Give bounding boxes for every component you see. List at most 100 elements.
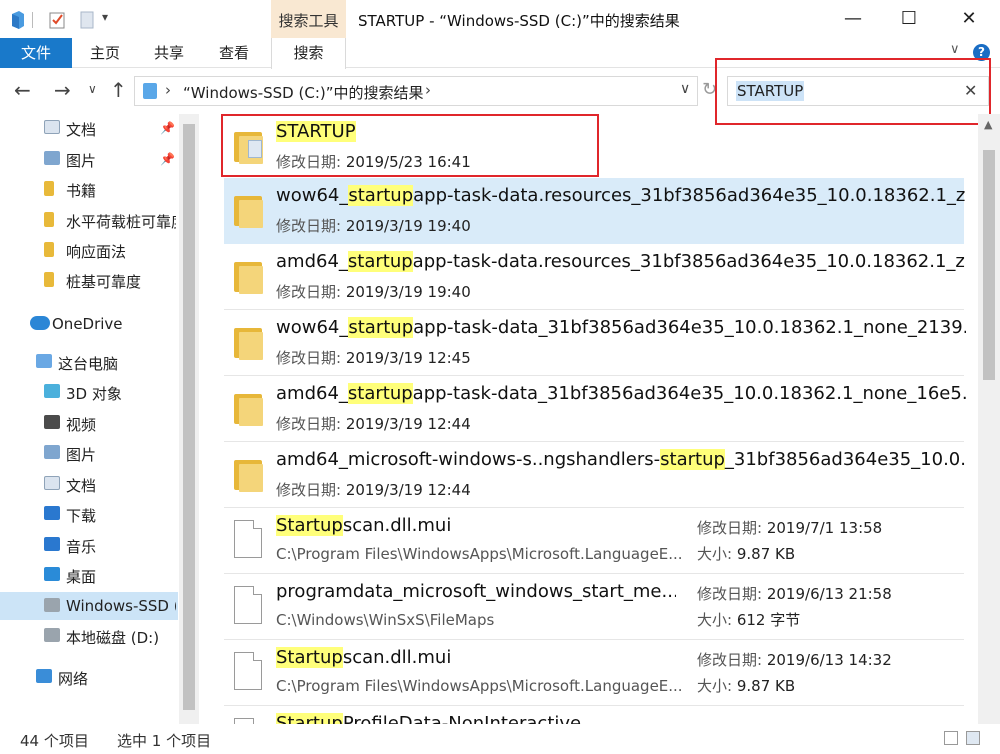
- size-value: 9.87 KB: [736, 545, 796, 563]
- modified-value: 2019/3/19 19:40: [345, 217, 471, 235]
- results-scrollbar-thumb[interactable]: [983, 150, 995, 380]
- network-icon: [36, 669, 52, 683]
- file-icon: [234, 652, 262, 690]
- search-location-icon: [143, 83, 157, 99]
- nav-item-label: 下载: [66, 507, 97, 525]
- result-name[interactable]: amd64_startupapp-task-data_31bf3856ad364…: [276, 383, 966, 404]
- title-bar: ▾ 搜索工具 STARTUP - “Windows-SSD (C:)”中的搜索结…: [0, 0, 1000, 38]
- modified-label: 修改日期:: [276, 283, 342, 301]
- nav-item[interactable]: 文档: [0, 470, 178, 498]
- details-view-icon[interactable]: [944, 731, 958, 745]
- nav-item[interactable]: 文档 📌: [0, 114, 178, 142]
- maximize-button[interactable]: ☐: [886, 0, 932, 38]
- nav-item[interactable]: 桩基可靠度: [0, 266, 178, 294]
- result-item[interactable]: wow64_startupapp-task-data.resources_31b…: [224, 178, 966, 244]
- nav-item-label: 网络: [58, 670, 89, 688]
- nav-item[interactable]: OneDrive: [0, 310, 178, 338]
- forward-button[interactable]: →: [54, 78, 71, 102]
- address-dropdown-icon[interactable]: ∨: [680, 81, 690, 97]
- window-title: STARTUP - “Windows-SSD (C:)”中的搜索结果: [358, 12, 680, 30]
- nav-item-label: 本地磁盘 (D:): [66, 629, 160, 647]
- result-name[interactable]: programdata_microsoft_windows_start_me..…: [276, 581, 676, 602]
- folder-icon: [44, 272, 54, 287]
- tab-search[interactable]: 搜索: [271, 38, 346, 69]
- result-size: 大小: 9.87 KB: [697, 543, 795, 564]
- pin-icon[interactable]: 📌: [160, 121, 175, 135]
- back-button[interactable]: ←: [14, 78, 31, 102]
- size-label: 大小:: [697, 545, 733, 563]
- modified-value: 2019/3/19 12:44: [345, 481, 471, 499]
- nav-item[interactable]: 响应面法: [0, 236, 178, 264]
- scroll-up-icon[interactable]: ▲: [984, 118, 992, 131]
- modified-label: 修改日期:: [276, 415, 342, 433]
- desktop-icon: [44, 567, 60, 581]
- up-button[interactable]: ↑: [110, 78, 127, 102]
- result-name[interactable]: amd64_microsoft-windows-s..ngshandlers-s…: [276, 449, 966, 470]
- result-modified: 修改日期: 2019/6/13 14:32: [697, 649, 892, 670]
- tab-file[interactable]: 文件: [0, 38, 72, 68]
- nav-item[interactable]: 图片: [0, 439, 178, 467]
- large-icons-view-icon[interactable]: [966, 731, 980, 745]
- name-suffix: _31bf3856ad364e35_10.0...: [724, 449, 966, 470]
- result-name[interactable]: StartupProfileData-NonInteractive: [276, 713, 676, 724]
- tab-share[interactable]: 共享: [146, 38, 192, 68]
- nav-scrollbar-thumb[interactable]: [183, 124, 195, 710]
- breadcrumb[interactable]: “Windows-SSD (C:)”中的搜索结果: [183, 82, 424, 103]
- folder-icon: [234, 194, 264, 228]
- nav-item[interactable]: 3D 对象: [0, 378, 178, 406]
- nav-item[interactable]: 这台电脑: [0, 348, 178, 376]
- name-prefix: amd64_microsoft-windows-s..ngshandlers-: [276, 449, 661, 470]
- nav-item[interactable]: 桌面: [0, 561, 178, 589]
- nav-item-label: 视频: [66, 416, 97, 434]
- properties-icon[interactable]: [48, 11, 66, 29]
- nav-item[interactable]: 下载: [0, 500, 178, 528]
- recent-locations-icon[interactable]: ∨: [88, 82, 97, 96]
- address-bar[interactable]: › “Windows-SSD (C:)”中的搜索结果 › ∨: [134, 76, 698, 106]
- file-icon: [234, 586, 262, 624]
- name-match-highlight: startup: [348, 185, 414, 206]
- nav-scrollbar[interactable]: [179, 114, 199, 724]
- nav-item[interactable]: 本地磁盘 (D:): [0, 622, 178, 650]
- tab-view[interactable]: 查看: [211, 38, 257, 68]
- result-item[interactable]: Startupscan.dll.mui C:\Program Files\Wind…: [224, 640, 964, 706]
- minimize-button[interactable]: —: [830, 0, 876, 38]
- name-match-highlight: Startup: [276, 713, 343, 724]
- name-match-highlight: Startup: [276, 515, 343, 536]
- close-button[interactable]: ✕: [946, 0, 992, 38]
- result-name[interactable]: Startupscan.dll.mui: [276, 647, 676, 668]
- nav-item[interactable]: 书籍: [0, 175, 178, 203]
- result-name[interactable]: wow64_startupapp-task-data.resources_31b…: [276, 185, 966, 206]
- name-suffix: app-task-data_31bf3856ad364e35_10.0.1836…: [412, 383, 966, 404]
- nav-item[interactable]: 视频: [0, 409, 178, 437]
- result-item[interactable]: wow64_startupapp-task-data_31bf3856ad364…: [224, 310, 966, 376]
- result-item[interactable]: programdata_microsoft_windows_start_me..…: [224, 574, 964, 640]
- result-item[interactable]: StartupProfileData-NonInteractive: [224, 706, 964, 724]
- result-name[interactable]: wow64_startupapp-task-data_31bf3856ad364…: [276, 317, 966, 338]
- nav-item[interactable]: Windows-SSD (: [0, 592, 178, 620]
- document-icon: [44, 476, 60, 490]
- result-item[interactable]: amd64_microsoft-windows-s..ngshandlers-s…: [224, 442, 966, 508]
- result-name[interactable]: Startupscan.dll.mui: [276, 515, 676, 536]
- pin-icon[interactable]: 📌: [160, 152, 175, 166]
- name-prefix: amd64_: [276, 383, 348, 404]
- result-item[interactable]: amd64_startupapp-task-data.resources_31b…: [224, 244, 966, 310]
- nav-item-label: 文档: [66, 477, 97, 495]
- nav-item-label: 图片: [66, 446, 97, 464]
- nav-item[interactable]: 图片 📌: [0, 145, 178, 173]
- result-name[interactable]: amd64_startupapp-task-data.resources_31b…: [276, 251, 966, 272]
- tab-home[interactable]: 主页: [82, 38, 128, 68]
- customize-toolbar-icon[interactable]: ▾: [102, 10, 108, 24]
- new-folder-icon[interactable]: [80, 11, 94, 29]
- modified-value: 2019/3/19 12:44: [345, 415, 471, 433]
- expand-ribbon-icon[interactable]: ∨: [950, 42, 960, 57]
- result-item[interactable]: Startupscan.dll.mui C:\Program Files\Wind…: [224, 508, 964, 574]
- nav-item[interactable]: 网络: [0, 663, 178, 691]
- result-item[interactable]: amd64_startupapp-task-data_31bf3856ad364…: [224, 376, 966, 442]
- breadcrumb-separator[interactable]: ›: [425, 81, 431, 99]
- nav-item[interactable]: 水平荷载桩可靠度: [0, 206, 178, 234]
- modified-value: 2019/7/1 13:58: [766, 519, 883, 537]
- results-scrollbar[interactable]: ▲: [978, 114, 1000, 724]
- size-value: 9.87 KB: [736, 677, 796, 695]
- nav-item[interactable]: 音乐: [0, 531, 178, 559]
- breadcrumb-separator[interactable]: ›: [165, 81, 171, 99]
